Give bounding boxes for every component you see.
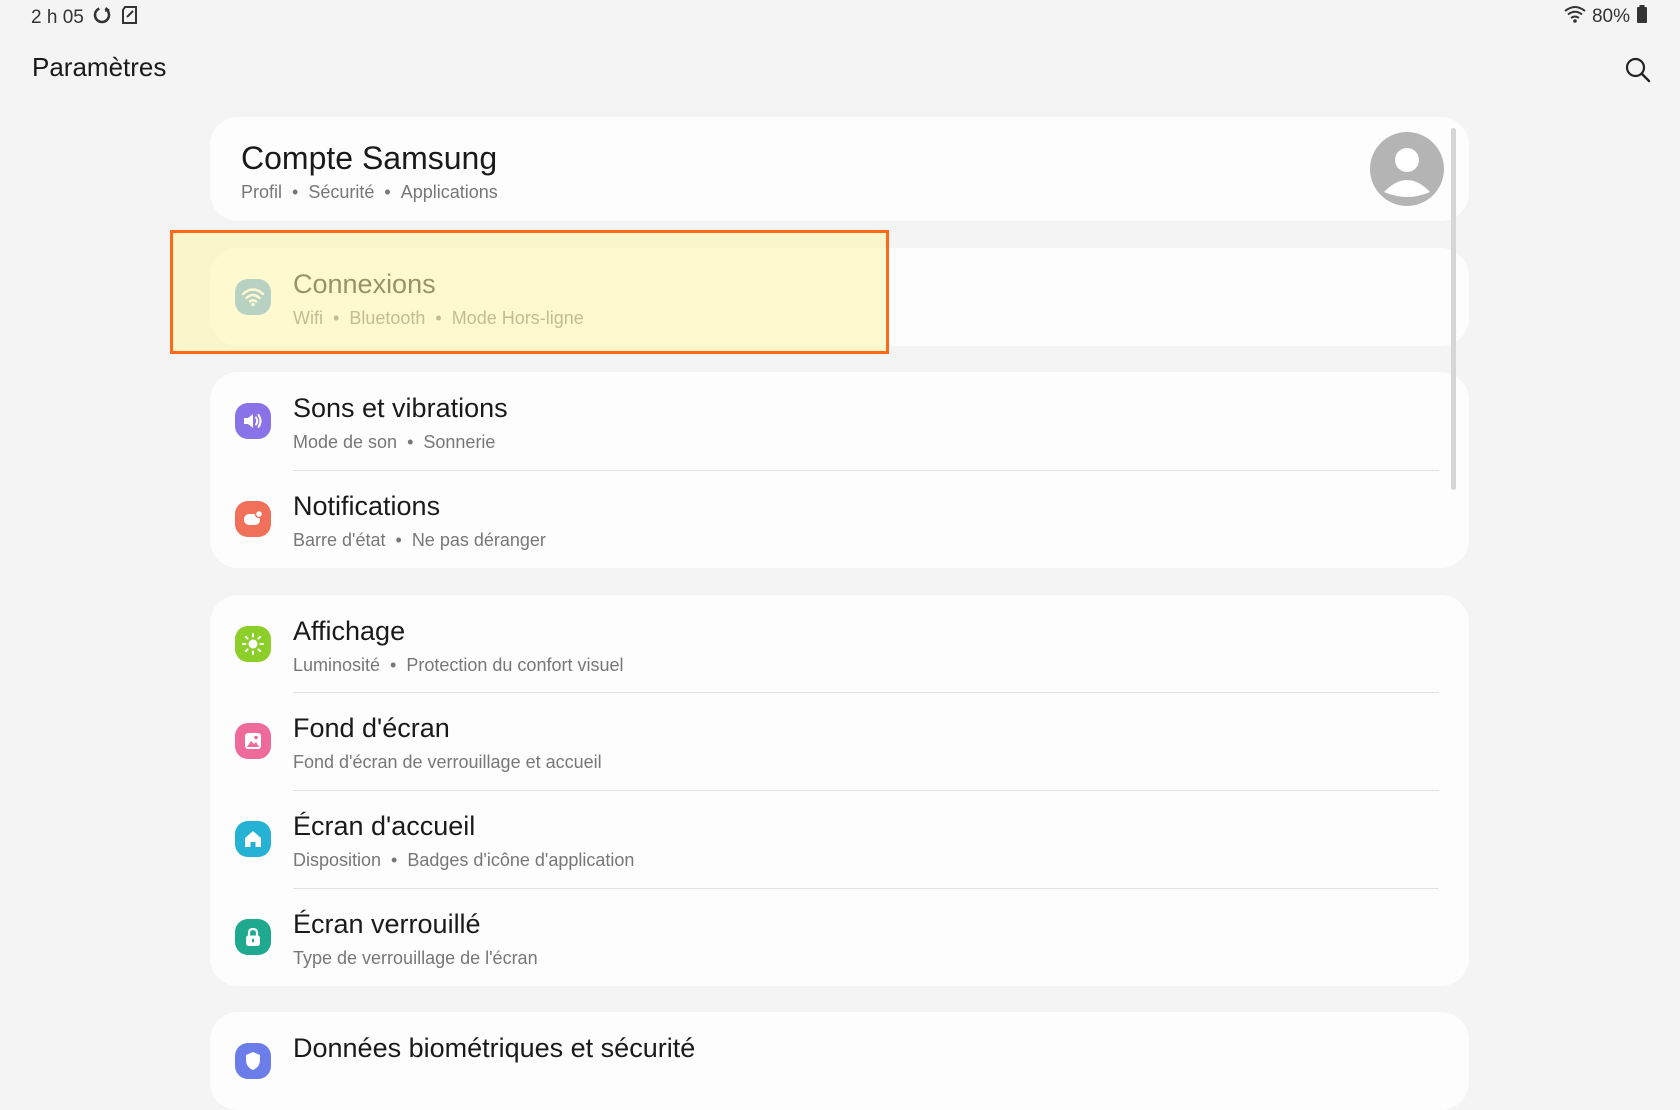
- lock-icon: [235, 919, 271, 955]
- item-subtitle: Fond d'écran de verrouillage et accueil: [293, 752, 602, 772]
- shield-icon: [235, 1043, 271, 1079]
- battery-icon: [1636, 5, 1648, 29]
- brightness-icon: [235, 626, 271, 662]
- item-subtitle: Mode de son • Sonnerie: [293, 432, 496, 452]
- person-icon: [1384, 148, 1430, 197]
- wallpaper-icon: [235, 723, 271, 759]
- settings-item-fond-ecran[interactable]: Fond d'écran Fond d'écran de verrouillag…: [210, 692, 1469, 790]
- group-biometrics: Données biométriques et sécurité: [210, 1012, 1469, 1110]
- group-display: Affichage Luminosité • Protection du confo…: [210, 595, 1469, 986]
- account-subtitle: Profil • Sécurité • Applications: [241, 182, 498, 202]
- account-title: Compte Samsung: [241, 140, 498, 176]
- group-sound-notifications: Sons et vibrations Mode de son • Sonnerie …: [210, 372, 1469, 568]
- status-right: 80%: [1564, 5, 1648, 29]
- wifi-icon: [235, 279, 271, 315]
- home-icon: [235, 821, 271, 857]
- item-title: Notifications: [293, 491, 441, 521]
- item-title: Données biométriques et sécurité: [293, 1033, 696, 1063]
- item-title: Affichage: [293, 616, 406, 646]
- settings-item-sons-et-vibrations[interactable]: Sons et vibrations Mode de son • Sonnerie: [210, 372, 1469, 470]
- item-title: Écran verrouillé: [293, 909, 481, 939]
- item-subtitle: Wifi • Bluetooth • Mode Hors-ligne: [293, 308, 584, 328]
- settings-item-affichage[interactable]: Affichage Luminosité • Protection du confo…: [210, 595, 1469, 693]
- search-icon: [1625, 57, 1651, 83]
- item-subtitle: Disposition • Badges d'icône d'application: [293, 850, 635, 870]
- group-connections: Connexions Wifi • Bluetooth • Mode Hors-lign…: [210, 248, 1469, 346]
- wifi-icon: [1564, 5, 1586, 29]
- speaker-icon: [235, 403, 271, 439]
- sd-card-icon: [120, 5, 140, 31]
- item-subtitle: Barre d'état • Ne pas déranger: [293, 530, 546, 550]
- notification-icon: [235, 501, 271, 537]
- settings-item-connexions[interactable]: Connexions Wifi • Bluetooth • Mode Hors-lign…: [210, 248, 1469, 346]
- avatar[interactable]: [1370, 132, 1444, 206]
- item-subtitle: Luminosité • Protection du confort visuel: [293, 655, 624, 675]
- status-bar: 2 h 05 80%: [0, 0, 1680, 34]
- page-title: Paramètres: [32, 52, 167, 82]
- settings-item-ecran-verrouille[interactable]: Écran verrouillé Type de verrouillage de…: [210, 888, 1469, 986]
- item-title: Sons et vibrations: [293, 393, 508, 423]
- status-left: 2 h 05: [31, 5, 140, 31]
- settings-item-ecran-accueil[interactable]: Écran d'accueil Disposition • Badges d'icô…: [210, 790, 1469, 888]
- item-title: Connexions: [293, 269, 436, 299]
- samsung-account-card[interactable]: Compte Samsung Profil • Sécurité • Applicati…: [210, 117, 1469, 221]
- search-button[interactable]: [1620, 52, 1656, 88]
- settings-item-notifications[interactable]: Notifications Barre d'état • Ne pas dérang…: [210, 470, 1469, 568]
- item-subtitle: Type de verrouillage de l'écran: [293, 948, 538, 968]
- sync-icon: [92, 5, 112, 31]
- item-title: Fond d'écran: [293, 713, 450, 743]
- scrollbar[interactable]: [1451, 128, 1456, 490]
- status-time: 2 h 05: [31, 7, 84, 28]
- item-title: Écran d'accueil: [293, 811, 476, 841]
- battery-percent: 80%: [1591, 6, 1630, 27]
- settings-item-biometrie-securite[interactable]: Données biométriques et sécurité: [210, 1012, 1469, 1110]
